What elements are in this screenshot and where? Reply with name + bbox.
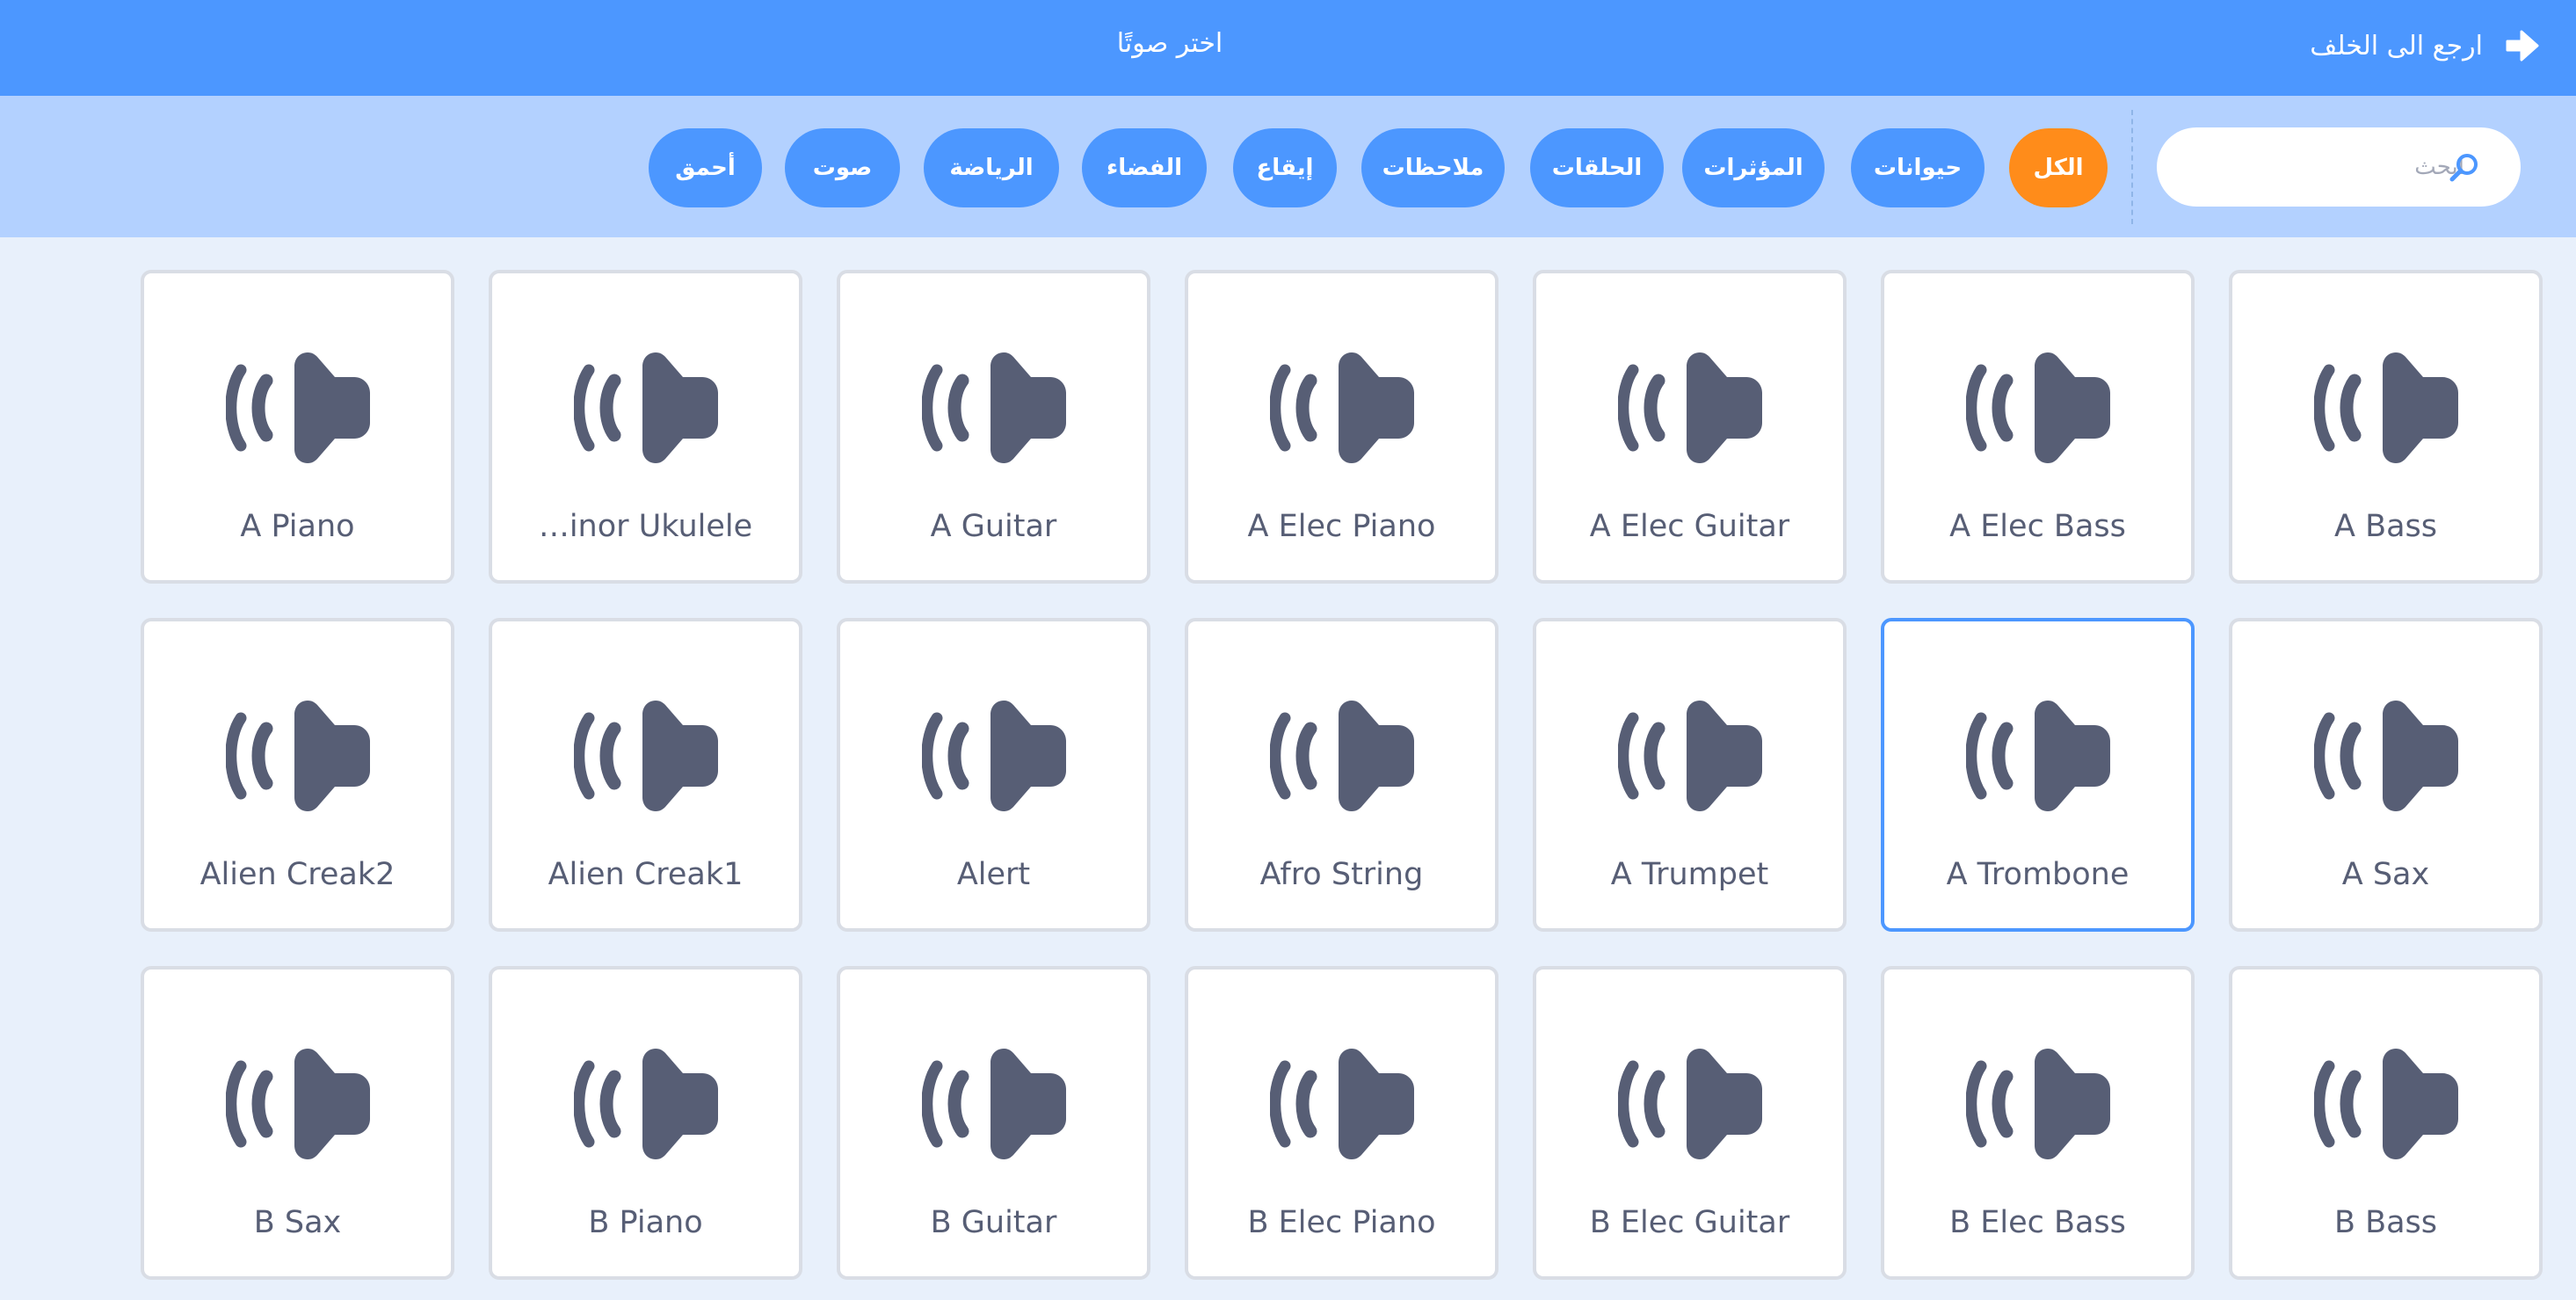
- speaker-icon: [1270, 1049, 1414, 1159]
- tag-sports[interactable]: الرياضة: [924, 128, 1059, 207]
- sound-name: A Trumpet: [1610, 857, 1769, 892]
- sound-card[interactable]: B Elec Guitar: [1533, 966, 1847, 1280]
- tag-percussion[interactable]: إيقاع: [1233, 128, 1337, 207]
- speaker-icon: [922, 352, 1066, 463]
- speaker-icon: [1618, 352, 1762, 463]
- search-input[interactable]: [2236, 154, 2464, 180]
- sound-grid: A Piano …inor Ukulele A Guitar A Elec Piano…: [0, 237, 2576, 1300]
- back-button[interactable]: ارجع الى الخلف: [2310, 19, 2541, 72]
- tag-animals[interactable]: حيوانات: [1851, 128, 1985, 207]
- speaker-icon: [1966, 352, 2110, 463]
- speaker-icon: [574, 701, 718, 811]
- sound-name: A Elec Piano: [1247, 509, 1436, 544]
- tag-wacky[interactable]: أحمق: [649, 128, 762, 207]
- speaker-icon: [574, 1049, 718, 1159]
- tag-loops[interactable]: الحلقات: [1530, 128, 1664, 207]
- sound-name: B Elec Piano: [1247, 1205, 1436, 1240]
- divider: [2131, 110, 2133, 224]
- sound-name: B Elec Guitar: [1589, 1205, 1790, 1240]
- speaker-icon: [226, 352, 370, 463]
- sound-name: B Bass: [2333, 1205, 2438, 1240]
- speaker-icon: [226, 1049, 370, 1159]
- speaker-icon: [2314, 352, 2458, 463]
- sound-card[interactable]: A Elec Piano: [1185, 270, 1498, 584]
- sound-card[interactable]: A Guitar: [837, 270, 1150, 584]
- speaker-icon: [1966, 701, 2110, 811]
- speaker-icon: [2314, 1049, 2458, 1159]
- tag-effects[interactable]: المؤثرات: [1682, 128, 1825, 207]
- search-box[interactable]: [2157, 127, 2521, 207]
- sound-name: Alien Creak2: [200, 857, 395, 892]
- sound-name: Afro String: [1259, 857, 1424, 892]
- sound-name: B Guitar: [930, 1205, 1057, 1240]
- speaker-icon: [2314, 701, 2458, 811]
- sound-name: Alien Creak1: [548, 857, 744, 892]
- sound-card[interactable]: A Elec Guitar: [1533, 270, 1847, 584]
- speaker-icon: [1966, 1049, 2110, 1159]
- page-title: اختر صوتًا: [1116, 28, 1223, 59]
- sound-card[interactable]: Afro String: [1185, 618, 1498, 932]
- sound-name: B Piano: [588, 1205, 703, 1240]
- sound-card[interactable]: …inor Ukulele: [489, 270, 802, 584]
- header: اختر صوتًا ارجع الى الخلف: [0, 0, 2576, 96]
- arrow-right-icon: [2506, 30, 2539, 62]
- sound-card[interactable]: A Trumpet: [1533, 618, 1847, 932]
- sound-card[interactable]: B Elec Bass: [1881, 966, 2195, 1280]
- sound-name: A Sax: [2341, 857, 2430, 892]
- sound-card[interactable]: A Elec Bass: [1881, 270, 2195, 584]
- sound-name: B Sax: [253, 1205, 342, 1240]
- sound-name: B Elec Bass: [1949, 1205, 2126, 1240]
- sound-card[interactable]: B Sax: [141, 966, 454, 1280]
- sound-name: A Elec Guitar: [1589, 509, 1790, 544]
- tag-voice[interactable]: صوت: [785, 128, 900, 207]
- sound-card[interactable]: Alien Creak2: [141, 618, 454, 932]
- sound-name: Alert: [956, 857, 1031, 892]
- filter-bar: الكل حيوانات المؤثراتالحلقات ملاحظات إيقاع ال…: [0, 96, 2576, 237]
- tag-space[interactable]: الفضاء: [1082, 128, 1207, 207]
- sound-card[interactable]: B Guitar: [837, 966, 1150, 1280]
- sound-name: A Elec Bass: [1949, 509, 2126, 544]
- sound-card[interactable]: A Piano: [141, 270, 454, 584]
- sound-name: A Trombone: [1946, 857, 2130, 892]
- sound-card[interactable]: Alien Creak1: [489, 618, 802, 932]
- sound-card[interactable]: B Elec Piano: [1185, 966, 1498, 1280]
- sound-card[interactable]: A Trombone: [1881, 618, 2195, 932]
- speaker-icon: [226, 701, 370, 811]
- speaker-icon: [922, 701, 1066, 811]
- speaker-icon: [574, 352, 718, 463]
- search-icon: [2449, 154, 2478, 182]
- speaker-icon: [1270, 701, 1414, 811]
- tag-all[interactable]: الكل: [2009, 128, 2108, 207]
- speaker-icon: [1270, 352, 1414, 463]
- back-label: ارجع الى الخلف: [2310, 30, 2483, 62]
- sound-card[interactable]: A Sax: [2229, 618, 2543, 932]
- sound-name: …inor Ukulele: [538, 509, 753, 544]
- sound-name: A Bass: [2334, 509, 2437, 544]
- sound-card[interactable]: Alert: [837, 618, 1150, 932]
- speaker-icon: [1618, 701, 1762, 811]
- sound-card[interactable]: B Bass: [2229, 966, 2543, 1280]
- tag-notes[interactable]: ملاحظات: [1361, 128, 1505, 207]
- sound-name: A Guitar: [930, 509, 1057, 544]
- sound-card[interactable]: B Piano: [489, 966, 802, 1280]
- sound-card[interactable]: A Bass: [2229, 270, 2543, 584]
- sound-name: A Piano: [240, 509, 355, 544]
- speaker-icon: [1618, 1049, 1762, 1159]
- speaker-icon: [922, 1049, 1066, 1159]
